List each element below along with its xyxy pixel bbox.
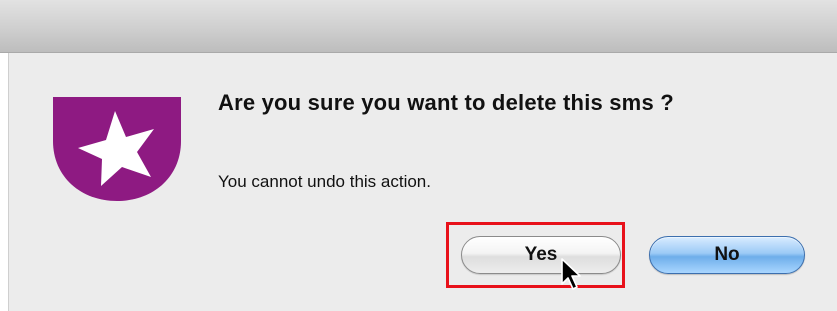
star-app-icon <box>53 97 181 201</box>
dialog-window: Are you sure you want to delete this sms… <box>0 0 837 311</box>
no-button[interactable]: No <box>649 236 805 274</box>
no-button-label: No <box>714 244 740 265</box>
alert-message: You cannot undo this action. <box>218 172 431 191</box>
window-titlebar[interactable] <box>0 0 837 53</box>
alert-title: Are you sure you want to delete this sms… <box>218 90 674 115</box>
yes-button[interactable]: Yes <box>461 236 621 274</box>
yes-button-label: Yes <box>524 244 558 265</box>
